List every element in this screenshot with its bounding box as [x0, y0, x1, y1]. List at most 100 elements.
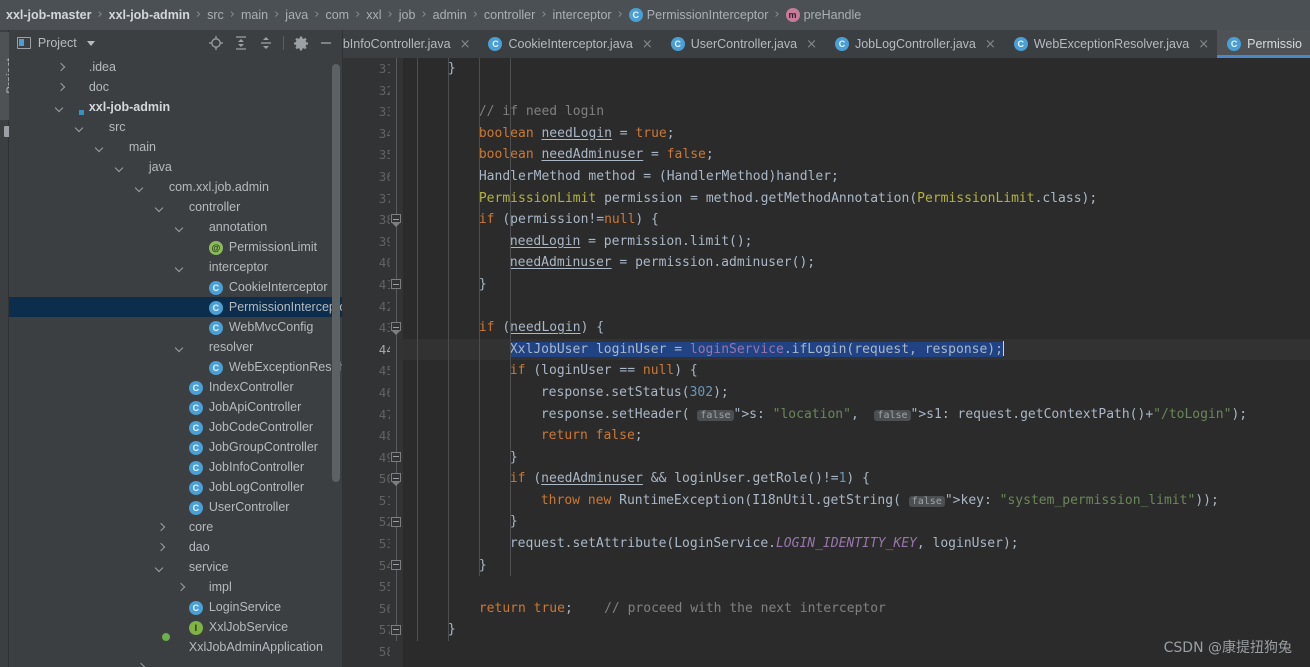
tree-item-main[interactable]: main	[9, 137, 342, 157]
code-line-36[interactable]: HandlerMethod method = (HandlerMethod)ha…	[403, 166, 1310, 188]
code-editor[interactable]: 31 32 33 34 35 36 37 38 39 40 41 42 43 44 45 46 47 48 49 50…	[342, 58, 1310, 667]
breadcrumb-item-xxl-job-master[interactable]: xxl-job-master	[4, 8, 93, 22]
breadcrumb-item-permissioninterceptor[interactable]: C PermissionInterceptor	[627, 8, 771, 22]
tree-item-service[interactable]: service	[9, 557, 342, 577]
tree-item-src[interactable]: src	[9, 117, 342, 137]
tree-item-java[interactable]: java	[9, 157, 342, 177]
breadcrumb-item-xxl-job-admin[interactable]: xxl-job-admin	[107, 8, 192, 22]
tree-item-webmvcconfig[interactable]: C WebMvcConfig	[9, 317, 342, 337]
tree-item-com-xxl-job-admin[interactable]: com.xxl.job.admin	[9, 177, 342, 197]
code-line-44[interactable]: XxlJobUser loginUser = loginService.ifLo…	[402, 338, 1310, 361]
code-line-33[interactable]: // if need login	[403, 101, 1310, 123]
tree-item-core[interactable]: core	[9, 517, 342, 537]
code-line-34[interactable]: boolean needLogin = true;	[403, 123, 1310, 145]
breadcrumb-item-src[interactable]: src	[205, 8, 226, 22]
fold-marker-line-41[interactable]	[391, 279, 402, 289]
editor-tab-cookieinterceptor-java[interactable]: C CookieInterceptor.java ×	[478, 30, 660, 58]
breadcrumb-item-xxl[interactable]: xxl	[364, 8, 383, 22]
close-icon[interactable]: ×	[985, 38, 996, 51]
code-content[interactable]: } // if need login boolean needLogin = tru…	[402, 58, 1310, 667]
tree-item-impl[interactable]: impl	[9, 577, 342, 597]
chevron-down-icon[interactable]	[75, 122, 86, 133]
code-line-37[interactable]: PermissionLimit permission = method.getM…	[403, 188, 1310, 210]
tree-item-joblogcontroller[interactable]: C JobLogController	[9, 477, 342, 497]
breadcrumb-item-java[interactable]: java	[283, 8, 310, 22]
fold-marker-line-49[interactable]	[391, 451, 402, 462]
tree-item-usercontroller[interactable]: C UserController	[9, 497, 342, 517]
chevron-right-icon[interactable]	[55, 82, 66, 93]
code-line-50[interactable]: if (needAdminuser && loginUser.getRole()…	[403, 468, 1310, 490]
close-icon[interactable]: ×	[642, 38, 653, 51]
tree-item-cookieinterceptor[interactable]: C CookieInterceptor	[9, 277, 342, 297]
editor-gutter[interactable]: 31 32 33 34 35 36 37 38 39 40 41 42 43 44 45 46 47 48 49 50…	[342, 58, 403, 667]
code-line-54[interactable]: }	[403, 555, 1310, 577]
chevron-down-icon[interactable]	[95, 142, 106, 153]
code-line-39[interactable]: needLogin = permission.limit();	[403, 231, 1310, 253]
code-line-48[interactable]: return false;	[403, 425, 1310, 447]
editor-tab-usercontroller-java[interactable]: C UserController.java ×	[661, 30, 825, 58]
code-line-49[interactable]: }	[403, 447, 1310, 469]
code-line-43[interactable]: if (needLogin) {	[403, 317, 1310, 339]
tree-item-jobgroupcontroller[interactable]: C JobGroupController	[9, 437, 342, 457]
chevron-right-icon[interactable]	[175, 582, 186, 593]
code-line-51[interactable]: throw new RuntimeException(I18nUtil.getS…	[403, 490, 1310, 512]
tree-item-controller[interactable]: controller	[9, 197, 342, 217]
chevron-right-icon[interactable]	[155, 522, 166, 533]
code-folding-strip[interactable]	[389, 58, 403, 667]
chevron-down-icon[interactable]	[155, 562, 166, 573]
editor-tab-joblogcontroller-java[interactable]: C JobLogController.java ×	[825, 30, 1004, 58]
tree-item-xxljobservice[interactable]: I XxlJobService	[9, 617, 342, 637]
close-icon[interactable]: ×	[806, 38, 817, 51]
chevron-down-icon[interactable]	[135, 182, 146, 193]
breadcrumb-item-interceptor[interactable]: interceptor	[551, 8, 614, 22]
chevron-down-icon[interactable]	[55, 102, 66, 113]
chevron-down-icon[interactable]	[115, 162, 126, 173]
code-line-58[interactable]	[403, 641, 1310, 663]
chevron-right-icon[interactable]	[155, 542, 166, 553]
breadcrumb-item-prehandle[interactable]: m preHandle	[784, 8, 864, 22]
close-icon[interactable]: ×	[1198, 38, 1209, 51]
breadcrumb-item-main[interactable]: main	[239, 8, 270, 22]
chevron-down-icon[interactable]	[175, 342, 186, 353]
code-line-42[interactable]	[403, 296, 1310, 318]
code-line-38[interactable]: if (permission!=null) {	[403, 209, 1310, 231]
tree-item-annotation[interactable]: annotation	[9, 217, 342, 237]
code-line-40[interactable]: needAdminuser = permission.adminuser();	[403, 252, 1310, 274]
code-line-55[interactable]	[403, 576, 1310, 598]
chevron-down-icon[interactable]	[175, 262, 186, 273]
settings-gear-icon[interactable]	[293, 35, 309, 51]
tree-item--idea[interactable]: .idea	[9, 57, 342, 77]
close-icon[interactable]: ×	[460, 38, 471, 51]
fold-marker-line-50[interactable]	[391, 473, 402, 487]
tree-item-xxl-job-admin[interactable]: xxl-job-admin	[9, 97, 342, 117]
collapse-all-icon[interactable]	[258, 35, 274, 51]
tree-item-resolver[interactable]: resolver	[9, 337, 342, 357]
code-line-53[interactable]: request.setAttribute(LoginService.LOGIN_…	[403, 533, 1310, 555]
code-line-31[interactable]: }	[403, 58, 1310, 80]
code-line-52[interactable]: }	[403, 511, 1310, 533]
breadcrumb-item-com[interactable]: com	[323, 8, 351, 22]
tree-item-jobinfocontroller[interactable]: C JobInfoController	[9, 457, 342, 477]
tree-item-loginservice[interactable]: C LoginService	[9, 597, 342, 617]
chevron-right-icon[interactable]	[135, 662, 146, 667]
tree-item-interceptor[interactable]: interceptor	[9, 257, 342, 277]
tree-item-doc[interactable]: doc	[9, 77, 342, 97]
fold-marker-line-52[interactable]	[391, 516, 402, 527]
code-line-41[interactable]: }	[403, 274, 1310, 296]
chevron-down-icon[interactable]	[86, 40, 95, 46]
tree-item-indexcontroller[interactable]: C IndexController	[9, 377, 342, 397]
tree-item[interactable]	[9, 657, 342, 667]
tree-item-permissionlimit[interactable]: @ PermissionLimit	[9, 237, 342, 257]
code-line-47[interactable]: response.setHeader( false ">s: "location"…	[403, 404, 1310, 426]
fold-marker-line-57[interactable]	[391, 624, 402, 635]
tree-item-jobcodecontroller[interactable]: C JobCodeController	[9, 417, 342, 437]
code-line-46[interactable]: response.setStatus(302);	[403, 382, 1310, 404]
tree-item-dao[interactable]: dao	[9, 537, 342, 557]
chevron-down-icon[interactable]	[175, 222, 186, 233]
code-line-35[interactable]: boolean needAdminuser = false;	[403, 144, 1310, 166]
fold-marker-line-54[interactable]	[391, 559, 402, 570]
tree-item-xxljobadminapplication[interactable]: XxlJobAdminApplication	[9, 637, 342, 657]
expand-all-icon[interactable]	[233, 35, 249, 51]
fold-marker-line-38[interactable]	[391, 214, 402, 228]
project-tree[interactable]: .idea doc xxl-job-admin src main java com.xxl.…	[8, 56, 342, 667]
